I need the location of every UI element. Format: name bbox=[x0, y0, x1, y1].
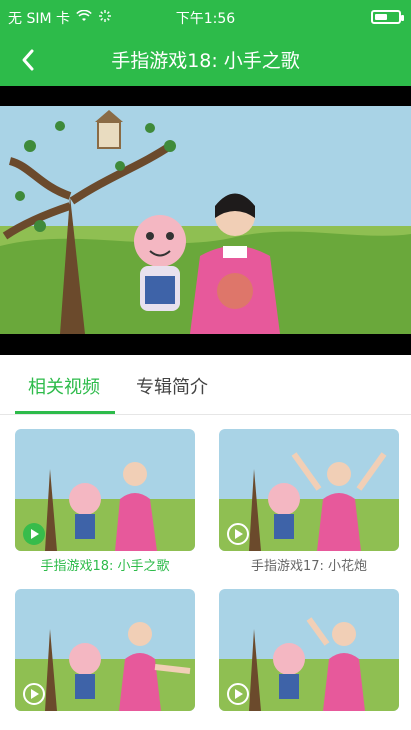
chevron-left-icon bbox=[22, 49, 34, 71]
page-title: 手指游戏18: 小手之歌 bbox=[111, 50, 300, 72]
play-icon[interactable] bbox=[227, 683, 249, 705]
battery-icon bbox=[371, 10, 404, 24]
active-tab-indicator bbox=[15, 411, 115, 414]
related-videos-grid: 手指游戏18: 小手之歌 手指游戏17: 小花炮 bbox=[0, 415, 411, 730]
tab-album-intro-label: 专辑简介 bbox=[136, 377, 208, 398]
video-thumbnail[interactable] bbox=[15, 589, 195, 711]
video-thumbnail[interactable] bbox=[15, 429, 195, 551]
video-frame[interactable] bbox=[0, 106, 411, 334]
play-icon[interactable] bbox=[227, 523, 249, 545]
status-time: 下午1:56 bbox=[175, 11, 236, 27]
top-header: 无 SIM 卡 下午1:56 手指游戏18: 小手之歌 bbox=[0, 0, 411, 86]
app-root: 无 SIM 卡 下午1:56 手指游戏18: 小手之歌 相关视频 专辑简介 手指… bbox=[0, 0, 411, 730]
tab-album-intro[interactable]: 专辑简介 bbox=[136, 373, 208, 399]
back-button[interactable] bbox=[10, 44, 46, 76]
video-player[interactable] bbox=[0, 86, 411, 355]
nav-bar: 手指游戏18: 小手之歌 bbox=[0, 34, 411, 86]
tab-bar: 相关视频 专辑简介 bbox=[0, 355, 411, 415]
play-icon[interactable] bbox=[23, 523, 45, 545]
video-thumbnail[interactable] bbox=[219, 589, 399, 711]
tab-related-videos-label: 相关视频 bbox=[28, 377, 100, 398]
video-title: 手指游戏18: 小手之歌 bbox=[40, 559, 170, 574]
video-thumbnail[interactable] bbox=[219, 429, 399, 551]
tab-related-videos[interactable]: 相关视频 bbox=[28, 373, 100, 399]
status-bar: 无 SIM 卡 下午1:56 bbox=[0, 0, 411, 34]
video-title: 手指游戏17: 小花炮 bbox=[250, 559, 368, 574]
play-icon[interactable] bbox=[23, 683, 45, 705]
